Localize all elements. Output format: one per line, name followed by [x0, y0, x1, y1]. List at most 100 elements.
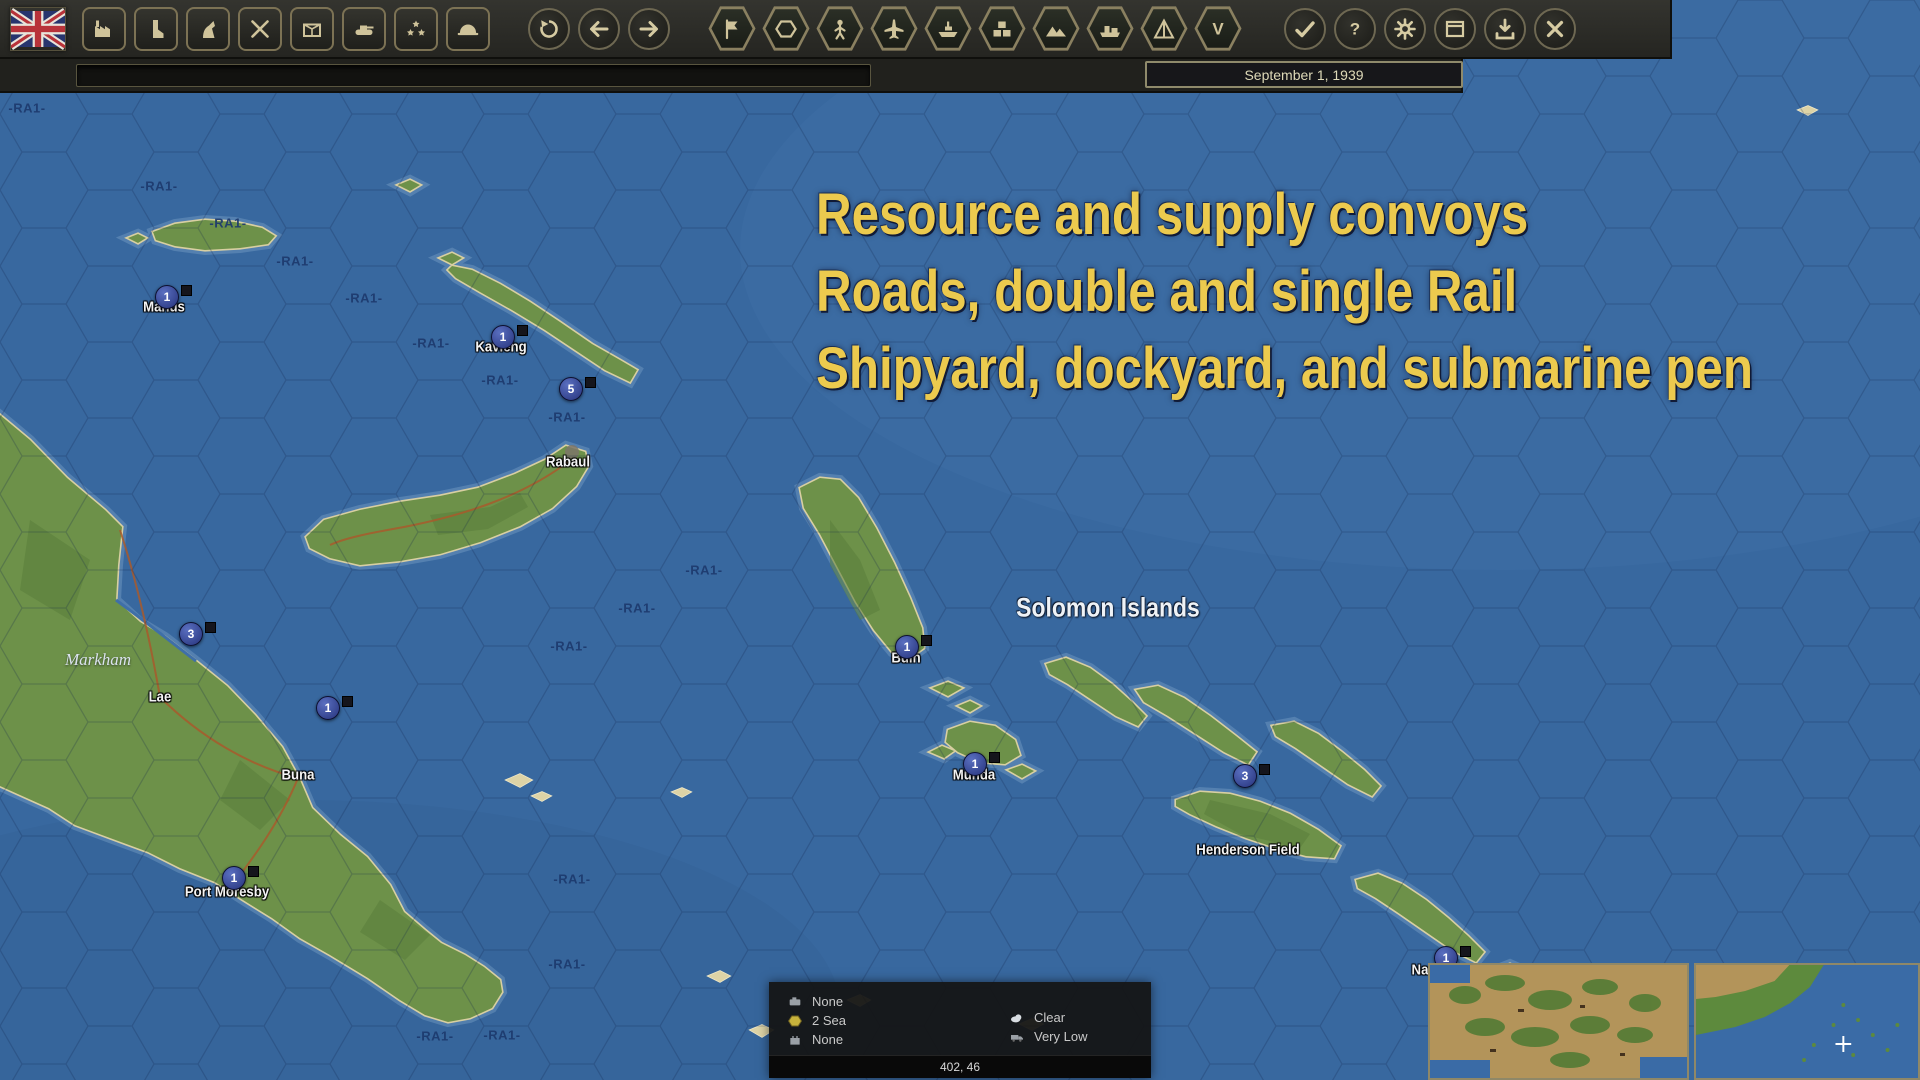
previous-unit-button[interactable] — [578, 8, 620, 50]
convoy-route-label: -RA1- — [548, 410, 585, 425]
units-button[interactable] — [342, 7, 386, 51]
region-label-solomon-islands: Solomon Islands — [1016, 593, 1200, 624]
unit-flag-box — [205, 622, 216, 633]
convoy-route-label: -RA1- — [412, 336, 449, 351]
unit-strength-value: 3 — [188, 627, 195, 641]
active-nation-flag[interactable] — [10, 7, 66, 51]
terrain-icon — [1044, 17, 1068, 41]
unit-flag-box — [248, 866, 259, 877]
check-icon — [1293, 17, 1317, 41]
minimap-east-art — [1696, 965, 1918, 1078]
city-label-henderson-field: Henderson Field — [1196, 842, 1299, 859]
info-row-label: Clear — [1034, 1010, 1065, 1025]
naval-units-toggle[interactable] — [924, 6, 972, 52]
unit-strength-badge[interactable]: 1 — [155, 285, 179, 309]
convoy-route-label: -RA1- — [140, 179, 177, 194]
window-mode-button[interactable] — [1434, 8, 1476, 50]
medals-button[interactable] — [394, 7, 438, 51]
game-date-label: September 1, 1939 — [1244, 67, 1363, 83]
protractor-icon — [1152, 17, 1176, 41]
unit-strength-badge[interactable]: 5 — [559, 377, 583, 401]
info-row-label: Very Low — [1034, 1029, 1087, 1044]
weather-clear-icon — [1009, 1010, 1025, 1026]
manpower-button[interactable] — [134, 7, 178, 51]
production-button[interactable] — [82, 7, 126, 51]
minimap-east[interactable] — [1694, 963, 1920, 1080]
convoy-route-label: -RA1- — [416, 1029, 453, 1044]
svg-text:?: ? — [1350, 19, 1360, 38]
unit-flag-box — [181, 285, 192, 296]
minimap-west[interactable] — [1428, 963, 1689, 1080]
end-turn-button[interactable] — [1284, 8, 1326, 50]
city-label-rabaul: Rabaul — [546, 454, 590, 471]
fortification-icon — [787, 1032, 803, 1048]
hex-grid-toggle[interactable] — [762, 6, 810, 52]
next-unit-button[interactable] — [628, 8, 670, 50]
victory-toggle[interactable]: V — [1194, 6, 1242, 52]
map-canvas[interactable] — [0, 0, 1920, 1080]
convoy-route-label: -RA1- — [618, 601, 655, 616]
hex-coordinates: 402, 46 — [769, 1055, 1151, 1078]
casualties-button[interactable] — [446, 7, 490, 51]
unit-strength-value: 1 — [972, 757, 979, 771]
unit-strength-badge[interactable]: 1 — [963, 752, 987, 776]
unit-strength-badge[interactable]: 3 — [1233, 764, 1257, 788]
city-label-lae: Lae — [149, 689, 172, 706]
transport-icon — [1098, 17, 1122, 41]
terrain-hex-icon — [787, 1013, 803, 1029]
help-button[interactable]: ? — [1334, 8, 1376, 50]
crossed-rifles-icon — [248, 17, 272, 41]
save-button[interactable] — [1484, 8, 1526, 50]
unit-strength-badge[interactable]: 1 — [222, 866, 246, 890]
info-row: 2 Sea — [787, 1011, 1009, 1030]
unit-strength-value: 1 — [231, 871, 238, 885]
main-toolbar: V ? — [0, 0, 1672, 59]
medals-icon — [404, 17, 428, 41]
undo-button[interactable] — [528, 8, 570, 50]
cavalry-button[interactable] — [186, 7, 230, 51]
convoy-route-label: -RA1- — [483, 1028, 520, 1043]
measure-toggle[interactable] — [1140, 6, 1188, 52]
flags-toggle[interactable] — [708, 6, 756, 52]
window-icon — [1443, 17, 1467, 41]
unit-strength-badge[interactable]: 1 — [491, 325, 515, 349]
warship-icon — [936, 17, 960, 41]
tutorial-text-line: Resource and supply convoys — [816, 176, 1753, 253]
helmet-icon — [456, 17, 480, 41]
combat-button[interactable] — [238, 7, 282, 51]
convoy-route-label: -RA1- — [345, 291, 382, 306]
air-units-toggle[interactable] — [870, 6, 918, 52]
unit-flag-box — [517, 325, 528, 336]
game-date: September 1, 1939 — [1145, 61, 1463, 88]
tutorial-text-line: Roads, double and single Rail — [816, 253, 1753, 330]
info-row: None — [787, 1030, 1009, 1049]
undo-icon — [537, 17, 561, 41]
unit-flag-box — [1259, 764, 1270, 775]
svg-text:V: V — [1212, 19, 1224, 38]
convoys-toggle[interactable] — [1086, 6, 1134, 52]
convoy-route-label: -RA1- — [553, 872, 590, 887]
unit-strength-badge[interactable]: 1 — [316, 696, 340, 720]
convoy-route-label: -RA1- — [550, 639, 587, 654]
aircraft-icon — [882, 17, 906, 41]
unit-strength-value: 1 — [325, 701, 332, 715]
hexagon-icon — [774, 17, 798, 41]
terrain-toggle[interactable] — [1032, 6, 1080, 52]
tank-icon — [352, 17, 376, 41]
unit-strength-value: 5 — [568, 382, 575, 396]
resources-toggle[interactable] — [978, 6, 1026, 52]
save-icon — [1493, 17, 1517, 41]
unit-strength-value: 1 — [164, 290, 171, 304]
unit-strength-badge[interactable]: 1 — [895, 635, 919, 659]
unit-strength-badge[interactable]: 3 — [179, 622, 203, 646]
supply-button[interactable] — [290, 7, 334, 51]
land-units-toggle[interactable] — [816, 6, 864, 52]
help-icon: ? — [1343, 17, 1367, 41]
info-row: Very Low — [1009, 1027, 1087, 1046]
exit-button[interactable] — [1534, 8, 1576, 50]
settings-button[interactable] — [1384, 8, 1426, 50]
convoy-route-label: -RA1- — [548, 957, 585, 972]
convoy-route-label: -RA1- — [685, 563, 722, 578]
flag-icon — [720, 17, 744, 41]
unit-flag-box — [1460, 946, 1471, 957]
